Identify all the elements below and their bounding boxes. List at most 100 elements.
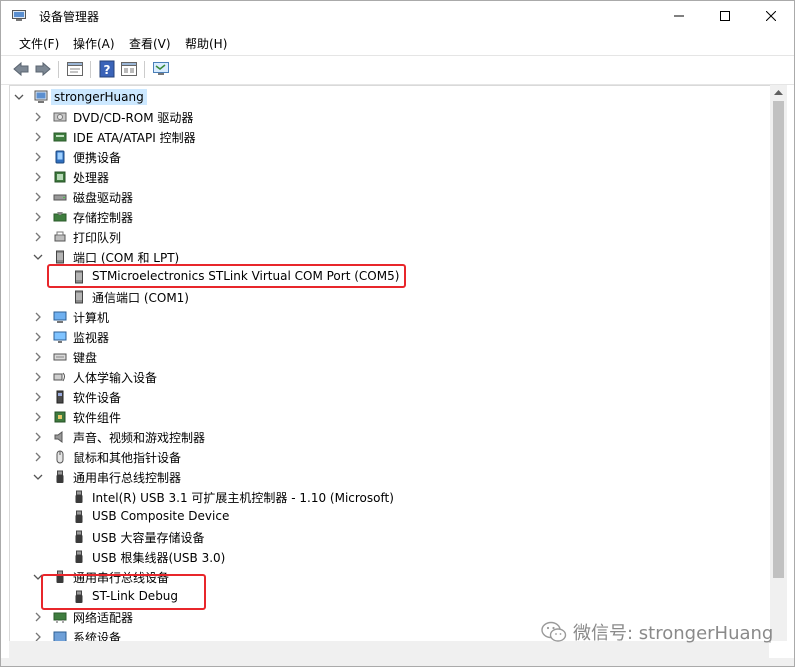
tree-item-label: USB Composite Device — [92, 509, 230, 523]
tree-device[interactable]: 通信端口 (COM1) — [10, 287, 770, 307]
chevron-right-icon[interactable] — [33, 392, 43, 402]
menu-view[interactable]: 查看(V) — [129, 35, 171, 52]
tree-root-computer[interactable]: strongerHuang — [10, 87, 770, 107]
tree-category[interactable]: 处理器 — [10, 167, 770, 187]
tree-category[interactable]: 软件组件 — [10, 407, 770, 427]
tree-category[interactable]: 便携设备 — [10, 147, 770, 167]
tree-category[interactable]: 人体学输入设备 — [10, 367, 770, 387]
tree-item-label: IDE ATA/ATAPI 控制器 — [73, 131, 196, 145]
tree-category[interactable]: 通用串行总线控制器 — [10, 467, 770, 487]
chevron-right-icon[interactable] — [33, 412, 43, 422]
tree-device[interactable]: USB Composite Device — [10, 507, 770, 527]
minimize-icon — [674, 15, 684, 17]
chevron-right-icon[interactable] — [33, 332, 43, 342]
chevron-right-icon[interactable] — [33, 192, 43, 202]
menu-file[interactable]: 文件(F) — [19, 35, 59, 52]
title-bar: 设备管理器 — [1, 1, 794, 31]
chevron-right-icon[interactable] — [33, 232, 43, 242]
menu-bar: 文件(F) 操作(A) 查看(V) 帮助(H) — [1, 32, 794, 54]
chevron-right-icon[interactable] — [33, 432, 43, 442]
device-manager-icon — [12, 10, 26, 21]
tree-category[interactable]: 软件设备 — [10, 387, 770, 407]
highlight-stlink-debug — [41, 574, 206, 610]
device-manager-window: 设备管理器 文件(F) 操作(A) 查看(V) 帮助(H) ? stronger… — [0, 0, 795, 667]
tree-device[interactable]: Intel(R) USB 3.1 可扩展主机控制器 - 1.10 (Micros… — [10, 487, 770, 507]
ide-controller-icon — [53, 132, 67, 142]
forward-arrow-icon[interactable] — [34, 60, 52, 78]
properties-window-icon[interactable] — [66, 60, 84, 78]
chevron-right-icon[interactable] — [33, 612, 43, 622]
tree-item-label: DVD/CD-ROM 驱动器 — [73, 111, 194, 125]
chevron-right-icon[interactable] — [33, 172, 43, 182]
tree-item-label: 计算机 — [73, 311, 110, 325]
watermark: 微信号: strongerHuang — [541, 619, 773, 645]
wechat-logo-icon — [541, 621, 567, 642]
tree-item-label: 鼠标和其他指针设备 — [73, 451, 182, 465]
tree-item-label: 通信端口 (COM1) — [92, 291, 189, 305]
chevron-right-icon[interactable] — [33, 352, 43, 362]
help-icon[interactable]: ? — [98, 60, 116, 78]
vertical-scroll-thumb[interactable] — [773, 101, 784, 578]
menu-action[interactable]: 操作(A) — [73, 35, 115, 52]
tree-category[interactable]: IDE ATA/ATAPI 控制器 — [10, 127, 770, 147]
scroll-up-icon[interactable] — [774, 89, 783, 95]
processor-icon — [54, 171, 66, 183]
tree-item-label: 存储控制器 — [73, 211, 134, 225]
maximize-button[interactable] — [702, 1, 748, 31]
maximize-icon — [720, 11, 730, 21]
port-icon — [75, 290, 83, 304]
tree-category[interactable]: 鼠标和其他指针设备 — [10, 447, 770, 467]
tree-category[interactable]: DVD/CD-ROM 驱动器 — [10, 107, 770, 127]
chevron-right-icon[interactable] — [33, 132, 43, 142]
tree-item-label: 监视器 — [73, 331, 110, 345]
network-adapter-icon — [53, 612, 67, 623]
usb-icon — [75, 550, 83, 563]
usb-icon — [75, 490, 83, 503]
chevron-right-icon[interactable] — [33, 452, 43, 462]
chevron-down-icon[interactable] — [33, 472, 43, 482]
chevron-right-icon[interactable] — [33, 212, 43, 222]
tree-item-label: Intel(R) USB 3.1 可扩展主机控制器 - 1.10 (Micros… — [92, 491, 394, 505]
chevron-right-icon[interactable] — [33, 312, 43, 322]
tree-category[interactable]: 键盘 — [10, 347, 770, 367]
tree-category[interactable]: 监视器 — [10, 327, 770, 347]
tree-device[interactable]: USB 大容量存储设备 — [10, 527, 770, 547]
tree-item-label: 软件组件 — [73, 411, 122, 425]
portable-device-icon — [55, 150, 65, 164]
minimize-button[interactable] — [656, 1, 702, 31]
tree-item-label: USB 根集线器(USB 3.0) — [92, 551, 226, 565]
menu-help[interactable]: 帮助(H) — [185, 35, 227, 52]
tree-item-label: 声音、视频和游戏控制器 — [73, 431, 206, 445]
tree-category[interactable]: 存储控制器 — [10, 207, 770, 227]
toolbar: ? — [1, 55, 794, 85]
tree-item-label: 磁盘驱动器 — [73, 191, 134, 205]
tree-category[interactable]: 声音、视频和游戏控制器 — [10, 427, 770, 447]
toolbar-separator — [144, 61, 145, 78]
tree-category[interactable]: 打印队列 — [10, 227, 770, 247]
chevron-down-icon[interactable] — [14, 92, 24, 102]
tree-item-label: 打印队列 — [73, 231, 122, 245]
toolbar-separator — [90, 61, 91, 78]
tree-category[interactable]: 计算机 — [10, 307, 770, 327]
svg-text:?: ? — [104, 63, 111, 77]
keyboard-icon — [53, 353, 67, 361]
tree-item-label: 便携设备 — [73, 151, 122, 165]
tree-category[interactable]: 磁盘驱动器 — [10, 187, 770, 207]
chevron-right-icon[interactable] — [33, 372, 43, 382]
watermark-text: 微信号: strongerHuang — [573, 623, 774, 644]
back-arrow-icon[interactable] — [12, 60, 30, 78]
chevron-right-icon[interactable] — [33, 152, 43, 162]
chevron-down-icon[interactable] — [33, 252, 43, 262]
monitor-scan-icon[interactable] — [152, 60, 170, 78]
device-tree[interactable]: strongerHuang DVD/CD-ROM 驱动器 IDE ATA/ATAPI… — [9, 85, 771, 643]
tree-item-label: 键盘 — [73, 351, 98, 365]
vertical-scrollbar[interactable] — [770, 85, 787, 641]
scan-hardware-window-icon[interactable] — [120, 60, 138, 78]
software-component-icon — [54, 411, 66, 423]
chevron-right-icon[interactable] — [33, 112, 43, 122]
close-icon — [766, 11, 776, 21]
close-button[interactable] — [748, 1, 794, 31]
tree-device[interactable]: USB 根集线器(USB 3.0) — [10, 547, 770, 567]
computer-icon — [34, 90, 48, 103]
port-icon — [56, 250, 64, 264]
